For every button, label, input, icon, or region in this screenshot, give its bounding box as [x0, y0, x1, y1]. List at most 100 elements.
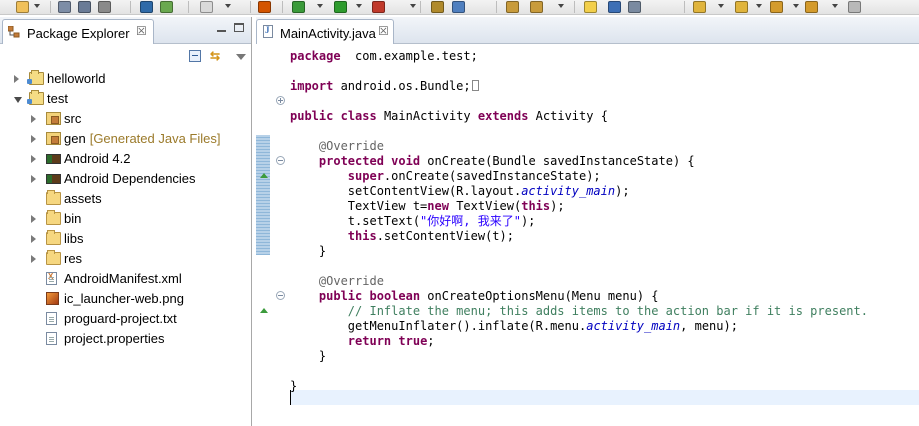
last-edit-location-icon[interactable] [770, 1, 783, 13]
dropdown-arrow-icon[interactable] [718, 4, 724, 8]
folding-column [272, 45, 290, 426]
expand-arrow-icon[interactable] [31, 255, 36, 263]
collapse-arrow-icon[interactable] [14, 97, 22, 103]
toolbar-separator [50, 1, 51, 13]
close-icon[interactable]: ☒ [136, 24, 147, 38]
tree-item-bin[interactable]: bin [0, 210, 251, 228]
android-sdk-icon[interactable] [160, 1, 173, 13]
code-token: TextView t= [290, 199, 428, 213]
code-token: activity_main [521, 184, 616, 198]
tab-package-explorer[interactable]: Package Explorer ☒ [2, 19, 154, 44]
tree-item-label: test [47, 91, 68, 106]
expand-arrow-icon[interactable] [31, 235, 36, 243]
tree-item-res[interactable]: res [0, 250, 251, 268]
library-icon [46, 154, 61, 164]
main-toolbar [0, 0, 919, 15]
tree-item-ic-launcher-web-png[interactable]: ic_launcher-web.png [0, 290, 251, 308]
next-annotation-icon[interactable] [693, 1, 706, 13]
override-marker-icon[interactable] [260, 173, 268, 178]
expand-arrow-icon[interactable] [31, 175, 36, 183]
code-line: public class MainActivity extends Activi… [290, 109, 608, 124]
code-token: protected [318, 154, 384, 168]
tree-item-proguard-project-txt[interactable]: proguard-project.txt [0, 310, 251, 328]
maximize-icon[interactable] [234, 23, 244, 32]
dropdown-arrow-icon[interactable] [34, 4, 40, 8]
tab-mainactivity-java[interactable]: MainActivity.java ☒ [256, 19, 394, 44]
dropdown-arrow-icon[interactable] [558, 4, 564, 8]
tree-item-test[interactable]: test [0, 90, 251, 108]
tree-item-src[interactable]: src [0, 110, 251, 128]
tree-item-android-4-2[interactable]: Android 4.2 [0, 150, 251, 168]
collapse-fold-icon[interactable] [276, 291, 285, 300]
forward-icon[interactable] [848, 1, 861, 13]
code-token: @Override [318, 274, 384, 288]
override-marker-icon[interactable] [260, 308, 268, 313]
expand-arrow-icon[interactable] [14, 75, 19, 83]
editor-overview-ruler[interactable] [256, 45, 272, 426]
code-token: , menu); [680, 319, 738, 333]
run-icon[interactable] [334, 1, 347, 13]
code-token: TextView( [448, 199, 522, 213]
tree-item-assets[interactable]: assets [0, 190, 251, 208]
code-token: ); [520, 214, 536, 228]
save-all-icon[interactable] [78, 1, 91, 13]
code-line: } [290, 379, 297, 394]
code-token: new [427, 199, 449, 213]
dropdown-arrow-icon[interactable] [317, 4, 323, 8]
code-line: @Override [290, 139, 384, 154]
dropdown-arrow-icon[interactable] [410, 4, 416, 8]
tree-item-helloworld[interactable]: helloworld [0, 70, 251, 88]
back-icon[interactable] [805, 1, 818, 13]
expand-fold-icon[interactable] [276, 96, 285, 105]
dropdown-arrow-icon[interactable] [756, 4, 762, 8]
folded-block-icon[interactable] [471, 80, 479, 91]
dropdown-arrow-icon[interactable] [225, 4, 231, 8]
tree-item-decoration: [Generated Java Files] [89, 131, 221, 146]
new-icon[interactable] [16, 1, 29, 13]
tree-item-android-dependencies[interactable]: Android Dependencies [0, 170, 251, 188]
link-with-editor-icon[interactable]: ⇆ [210, 49, 220, 63]
range-indicator [256, 135, 270, 255]
minimize-icon[interactable] [217, 30, 226, 32]
collapse-fold-icon[interactable] [276, 156, 285, 165]
import-icon[interactable] [140, 1, 153, 13]
debug-icon[interactable] [292, 1, 305, 13]
code-area[interactable]: package com.example.test; import android.… [290, 45, 919, 426]
save-icon[interactable] [58, 1, 71, 13]
tree-item-libs[interactable]: libs [0, 230, 251, 248]
dropdown-arrow-icon[interactable] [356, 4, 362, 8]
code-line: setContentView(R.layout.activity_main); [290, 184, 630, 199]
show-whitespace-icon[interactable] [608, 1, 621, 13]
dropdown-arrow-icon[interactable] [793, 4, 799, 8]
new-java-package-icon[interactable] [431, 1, 444, 13]
collapse-all-icon[interactable] [189, 50, 201, 62]
code-line: public boolean onCreateOptionsMenu(Menu … [290, 289, 659, 304]
folder-icon [46, 250, 61, 265]
expand-arrow-icon[interactable] [31, 215, 36, 223]
tree-item-project-properties[interactable]: project.properties [0, 330, 251, 348]
new-java-class-icon[interactable] [452, 1, 465, 13]
close-icon[interactable]: ☒ [378, 24, 389, 38]
source-folder-icon [46, 112, 61, 125]
android-lint-icon[interactable] [258, 1, 271, 13]
toggle-mark-occurrences-icon[interactable] [584, 1, 597, 13]
tree-item-gen[interactable]: gen [Generated Java Files] [0, 130, 251, 148]
print-icon[interactable] [98, 1, 111, 13]
expand-arrow-icon[interactable] [31, 155, 36, 163]
tree-item-androidmanifest-xml[interactable]: AndroidManifest.xml [0, 270, 251, 288]
previous-annotation-icon[interactable] [735, 1, 748, 13]
tab-package-explorer-label: Package Explorer [27, 26, 130, 41]
external-tools-icon[interactable] [372, 1, 385, 13]
expand-arrow-icon[interactable] [31, 135, 36, 143]
view-menu-icon[interactable] [236, 54, 246, 60]
pin-editor-icon[interactable] [628, 1, 641, 13]
open-type-icon[interactable] [506, 1, 519, 13]
tasks-icon[interactable] [200, 1, 213, 13]
search-icon[interactable] [530, 1, 543, 13]
dropdown-arrow-icon[interactable] [832, 4, 838, 8]
code-token: onCreate(Bundle savedInstanceState) { [420, 154, 695, 168]
expand-arrow-icon[interactable] [31, 115, 36, 123]
